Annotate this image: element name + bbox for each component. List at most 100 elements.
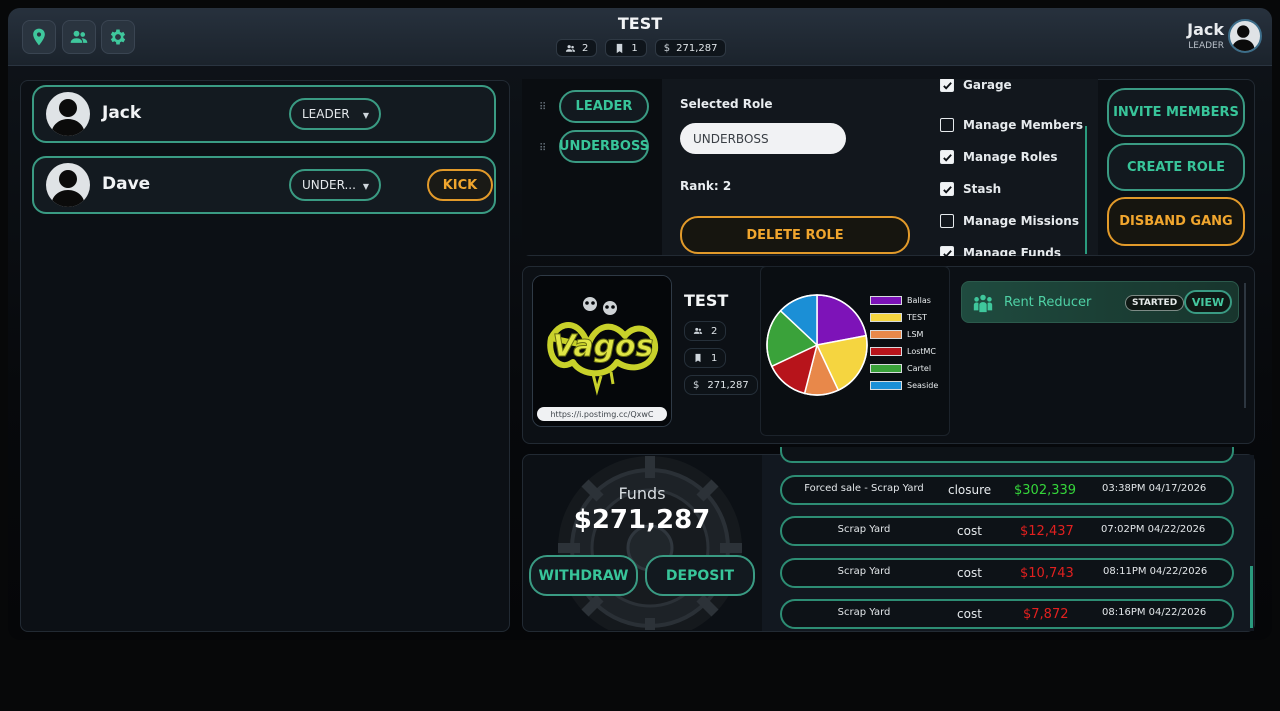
gang-logo-image: Vagos [533, 276, 671, 426]
checkbox[interactable] [940, 150, 954, 164]
user-role: LEADER [1188, 41, 1224, 51]
bookmark-icon [695, 353, 701, 363]
transaction-amount: $10,743 [1020, 566, 1074, 581]
svg-text:Vagos: Vagos [552, 329, 653, 364]
rank-count: 1 [631, 42, 638, 54]
checkmark-icon [942, 185, 952, 194]
legend-item: TEST [870, 309, 938, 326]
checkbox[interactable] [940, 214, 954, 228]
permissions-list: Garage Manage Members Manage Roles Stash… [928, 79, 1088, 256]
member-row[interactable]: Dave UNDER... ▼ KICK [32, 156, 496, 214]
checkmark-icon [942, 249, 952, 256]
rank-count-chip: 1 [605, 39, 647, 57]
funds-total: 271,287 [676, 42, 718, 54]
member-role-select[interactable]: LEADER ▼ [289, 98, 381, 130]
top-bar: TEST 2 1 $ 271,287 Jack LEADER [8, 8, 1272, 66]
delete-role-button[interactable]: DELETE ROLE [680, 216, 910, 254]
table-row: Scrap Yard cost $7,872 08:16PM 04/22/202… [780, 599, 1234, 629]
group-icon [973, 294, 993, 313]
drag-handle-icon[interactable]: ⠿ [539, 143, 546, 154]
table-row: Scrap Yard cost $12,437 07:02PM 04/22/20… [780, 516, 1234, 546]
funds-title: Funds [618, 484, 666, 503]
funds-amount: $271,287 [573, 505, 711, 535]
legend-label: Cartel [907, 364, 932, 373]
transaction-time: 07:02PM 04/22/2026 [1101, 524, 1206, 535]
chevron-down-icon: ▼ [362, 182, 369, 191]
permission-item[interactable]: Manage Missions [940, 212, 1079, 230]
logo-url-input[interactable]: https://i.postimg.cc/QxwC [537, 407, 667, 421]
permission-item[interactable]: Manage Members [940, 116, 1083, 134]
checkmark-icon [942, 81, 952, 90]
missions-scrollbar[interactable] [1244, 283, 1246, 408]
permission-label: Manage Members [963, 118, 1083, 132]
gang-info-name: TEST [684, 291, 729, 310]
member-row[interactable]: Jack LEADER ▼ [32, 85, 496, 143]
checkbox[interactable] [940, 79, 954, 92]
transaction-type: cost [957, 524, 982, 538]
legend-swatch [870, 313, 902, 322]
permission-item[interactable]: Stash [940, 180, 1001, 198]
transaction-label: Forced sale - Scrap Yard [804, 483, 924, 494]
chart-legend: Ballas TEST LSM LostMC Cartel Seaside [870, 292, 938, 394]
legend-label: TEST [907, 313, 927, 322]
transactions-scrollbar[interactable] [1250, 566, 1253, 628]
deposit-button[interactable]: DEPOSIT [645, 555, 755, 596]
permission-item[interactable]: Manage Roles [940, 148, 1057, 166]
legend-item: LostMC [870, 343, 938, 360]
permission-item[interactable]: Garage [940, 79, 1012, 94]
transaction-label: Scrap Yard [837, 524, 891, 535]
gang-menu-window: TEST 2 1 $ 271,287 Jack LEADER Jack LEAD… [8, 8, 1272, 640]
kick-button[interactable]: KICK [427, 169, 493, 201]
permission-item[interactable]: Manage Funds [940, 244, 1061, 256]
transaction-time: 08:16PM 04/22/2026 [1102, 607, 1207, 618]
avatar[interactable] [1228, 19, 1262, 53]
invite-members-button[interactable]: INVITE MEMBERS [1107, 88, 1245, 137]
mission-card[interactable]: Rent Reducer STARTED VIEW [961, 281, 1239, 323]
mission-title: Rent Reducer [1004, 295, 1092, 310]
legend-label: Ballas [907, 296, 931, 305]
gang-member-count-chip: 2 [684, 321, 727, 341]
member-count: 2 [582, 42, 589, 54]
members-icon [565, 44, 576, 52]
dollar-icon: $ [663, 42, 671, 54]
transaction-label: Scrap Yard [837, 566, 891, 577]
gang-title: TEST [617, 14, 663, 33]
gang-funds-chip: $ 271,287 [684, 375, 758, 395]
legend-label: LostMC [907, 347, 937, 356]
transaction-type: closure [948, 483, 992, 497]
header-stats: 2 1 $ 271,287 [556, 39, 727, 57]
legend-swatch [870, 347, 902, 356]
table-row: Scrap Yard cost $10,743 08:11PM 04/22/20… [780, 558, 1234, 588]
member-name: Dave [102, 174, 151, 194]
member-role-value: UNDER... [302, 178, 356, 192]
gang-funds: 271,287 [707, 379, 749, 391]
role-name-input[interactable]: UNDERBOSS [680, 123, 846, 154]
checkmark-icon [942, 153, 952, 162]
legend-label: LSM [907, 330, 924, 339]
view-mission-button[interactable]: VIEW [1184, 290, 1232, 314]
checkbox[interactable] [940, 118, 954, 132]
checkbox[interactable] [940, 246, 954, 256]
create-role-button[interactable]: CREATE ROLE [1107, 143, 1245, 191]
permission-label: Garage [963, 79, 1012, 92]
transaction-label: Scrap Yard [837, 607, 891, 618]
rank-text: Rank: 2 [680, 179, 732, 193]
permissions-scrollbar[interactable] [1085, 126, 1087, 254]
role-item-leader[interactable]: LEADER [559, 90, 649, 123]
member-role-select[interactable]: UNDER... ▼ [289, 169, 381, 201]
checkbox[interactable] [940, 182, 954, 196]
withdraw-button[interactable]: WITHDRAW [529, 555, 638, 596]
user-silhouette-icon [1231, 25, 1255, 51]
role-item-underboss[interactable]: UNDERBOSS [559, 130, 649, 163]
avatar [46, 92, 90, 136]
member-count-chip: 2 [556, 39, 598, 57]
legend-swatch [870, 381, 902, 390]
dollar-icon: $ [693, 379, 700, 391]
user-silhouette-icon [51, 99, 85, 136]
bookmark-icon [617, 43, 623, 53]
drag-handle-icon[interactable]: ⠿ [539, 102, 546, 113]
disband-gang-button[interactable]: DISBAND GANG [1107, 197, 1245, 246]
gang-member-count: 2 [711, 325, 718, 337]
gang-logo-card[interactable]: Vagos https://i.postimg.cc/QxwC [532, 275, 672, 427]
gang-rank-count-chip: 1 [684, 348, 727, 368]
